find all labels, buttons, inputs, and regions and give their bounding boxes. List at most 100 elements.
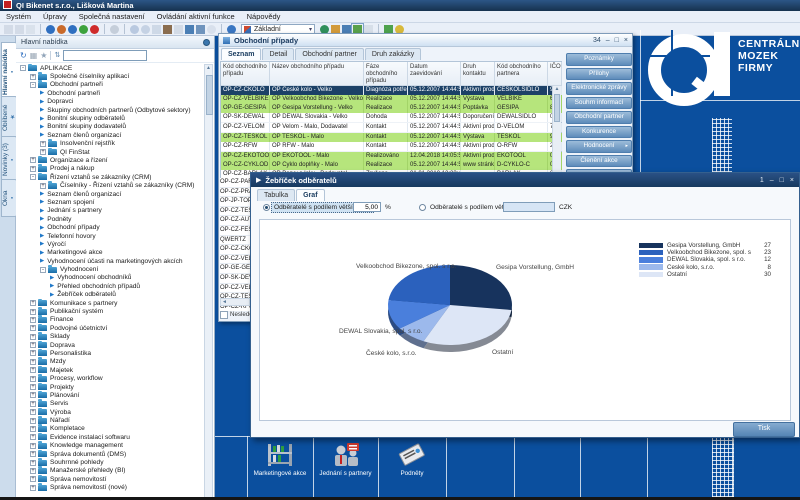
tree-item[interactable]: ▶Telefonní hovory (18, 232, 204, 240)
tree-item[interactable]: +Projekty (18, 383, 204, 391)
table-row-code[interactable]: OP-CZ-PRA (220, 188, 250, 198)
tree-item[interactable]: -Obchodní partneři (18, 81, 204, 89)
back-icon[interactable] (46, 25, 55, 34)
expand-icon[interactable]: + (30, 476, 36, 482)
tree-item[interactable]: ▶Bonitní skupiny dodavatelů (18, 123, 204, 131)
tree-item[interactable]: ▶Vyhodnocení obchodníků (18, 274, 204, 282)
tree-item[interactable]: +Komunikace s partnery (18, 299, 204, 307)
expand-icon[interactable]: + (30, 334, 36, 340)
tab-druh-zak-zky[interactable]: Druh zakázky (365, 48, 421, 60)
column-header[interactable]: Název obchodního případu (270, 62, 364, 86)
table-row-code[interactable]: OP-CZ-FES (220, 226, 250, 236)
menu-2[interactable]: Společná nastavení (73, 11, 151, 23)
collapse-icon[interactable]: - (30, 174, 36, 180)
tree-item[interactable]: +Prodej a nákup (18, 165, 204, 173)
expand-icon[interactable]: + (30, 309, 36, 315)
side-button-4[interactable]: Obchodní partner (566, 111, 632, 124)
column-header[interactable]: Datum zaevidování (408, 62, 461, 86)
column-header[interactable]: Fáze obchodního případu (364, 62, 408, 86)
copy-icon[interactable] (15, 25, 24, 34)
expand-icon[interactable]: + (30, 468, 36, 474)
tree-item[interactable]: ▶Jednání s partnery (18, 207, 204, 215)
expand-icon[interactable]: + (30, 409, 36, 415)
table-row-code[interactable]: OP-CZ-VEL (220, 284, 250, 294)
print-button[interactable]: Tisk (733, 422, 795, 437)
expand-icon[interactable]: + (30, 317, 36, 323)
sidebar-tab-1[interactable]: Oblíbené★ (1, 96, 17, 140)
grid-icon[interactable]: ▦ (30, 52, 38, 60)
tree-item[interactable]: -APLIKACE (18, 64, 204, 72)
tree-item[interactable]: +Správa nemovitostí (nové) (18, 484, 204, 492)
column-header[interactable]: Kód obchodního případu (221, 62, 270, 86)
tree-item[interactable]: ▶Marketingové akce (18, 249, 204, 257)
tree-item[interactable]: +Procesy, workflow (18, 374, 204, 382)
expand-icon[interactable]: + (30, 418, 36, 424)
side-button-6[interactable]: Hodnocení▸ (566, 140, 632, 153)
tab-seznam[interactable]: Seznam (221, 48, 261, 60)
table-row-code[interactable]: OP-GE-GES (220, 264, 250, 274)
expand-icon[interactable]: + (30, 451, 36, 457)
tree-item[interactable]: +Souhrnné pohledy (18, 458, 204, 466)
expand-icon[interactable]: + (30, 460, 36, 466)
menu-4[interactable]: Nápovědy (241, 11, 287, 23)
tree-item[interactable]: ▶Podněty (18, 215, 204, 223)
tree-item[interactable]: ▶Skupiny obchodních partnerů (Odbytové s… (18, 106, 204, 114)
side-button-2[interactable]: Elektronické zprávy (566, 82, 632, 95)
expand-icon[interactable]: + (30, 426, 36, 432)
table-row[interactable]: OP-CZ-EKOTOOLOP EKOTOOL - MaloRealizován… (221, 152, 561, 161)
expand-icon[interactable]: + (30, 401, 36, 407)
expand-icon[interactable]: + (30, 443, 36, 449)
cases-window-titlebar[interactable]: Obchodní případy 34 – □ × (219, 34, 632, 47)
menu-3[interactable]: Ovládání aktivní funkce (151, 11, 241, 23)
expand-icon[interactable]: + (30, 376, 36, 382)
table-row[interactable]: OP-CZ-VELOMOP Velom - Malo, DodavatelKon… (221, 123, 561, 133)
expand-icon[interactable]: + (30, 157, 36, 163)
collapse-icon[interactable]: - (40, 267, 46, 273)
tree-item[interactable]: ▶Seznam členů organizací (18, 131, 204, 139)
table-row-code[interactable]: OP-CZ-TES (220, 207, 250, 217)
tree-item[interactable]: ▶Bonitní skupiny odběratelů (18, 114, 204, 122)
refresh-icon[interactable]: ↻ (20, 52, 27, 60)
tree-item[interactable]: +Organizace a řízení (18, 156, 204, 164)
checkbox[interactable] (220, 311, 228, 319)
tree-item[interactable]: ▶Vyhodnocení účasti na marketingových ak… (18, 257, 204, 265)
tree-item[interactable]: -Vyhodnocení (18, 265, 204, 273)
tree-item[interactable]: +Finance (18, 316, 204, 324)
table-row-code[interactable]: OP-JP-TOP (220, 197, 250, 207)
tree-item[interactable]: +Evidence instalací softwaru (18, 433, 204, 441)
desktop-icon-0[interactable]: Marketingové akce (247, 442, 313, 477)
history-icon[interactable] (57, 25, 66, 34)
expand-icon[interactable]: + (40, 183, 46, 189)
expand-icon[interactable]: + (30, 74, 36, 80)
expand-icon[interactable]: + (40, 149, 46, 155)
horizontal-scrollbar[interactable]: ◄ (220, 298, 250, 306)
tab-obchodn-partner[interactable]: Obchodní partner (295, 48, 363, 60)
expand-icon[interactable]: + (30, 325, 36, 331)
tree-item[interactable]: ▶Dopravci (18, 98, 204, 106)
favorite-star-icon[interactable]: ★ (40, 52, 47, 60)
maximize-icon[interactable]: □ (780, 177, 784, 184)
collapse-icon[interactable]: - (20, 65, 26, 71)
tree-item[interactable]: +Publikační systém (18, 307, 204, 315)
side-button-1[interactable]: Přílohy (566, 68, 632, 81)
desktop-icon-1[interactable]: Jednání s partnery (313, 442, 378, 477)
play-icon[interactable] (79, 25, 88, 34)
table-row-code[interactable]: OP-CZ-AUT (220, 216, 250, 226)
table-row-code[interactable]: OP-CZ-PAR (220, 178, 250, 188)
radio-percent[interactable] (263, 204, 270, 211)
tree-item[interactable]: ▶Žebříček odběratelů (18, 291, 204, 299)
record-icon[interactable] (110, 25, 119, 34)
find-binoculars-icon[interactable] (163, 25, 172, 34)
tree-item[interactable]: +Správa nemovitostí (18, 475, 204, 483)
table-row-code[interactable]: OP-CZ-CKO (220, 245, 250, 255)
side-button-7[interactable]: Členění akce (566, 155, 632, 168)
tree-item[interactable]: +Podvojné účetnictví (18, 324, 204, 332)
menu-1[interactable]: Úpravy (37, 11, 73, 23)
tree-item[interactable]: +Insolvenční rejstřík (18, 140, 204, 148)
tree-item[interactable]: +Servis (18, 400, 204, 408)
expand-icon[interactable]: + (30, 166, 36, 172)
table-row[interactable]: OP-SK-DEWALOP DEWAL Slovakia - VelkoDoho… (221, 113, 561, 123)
pin-icon[interactable] (203, 39, 210, 46)
column-header[interactable]: Druh kontaktu (461, 62, 495, 86)
refresh-icon[interactable] (68, 25, 77, 34)
